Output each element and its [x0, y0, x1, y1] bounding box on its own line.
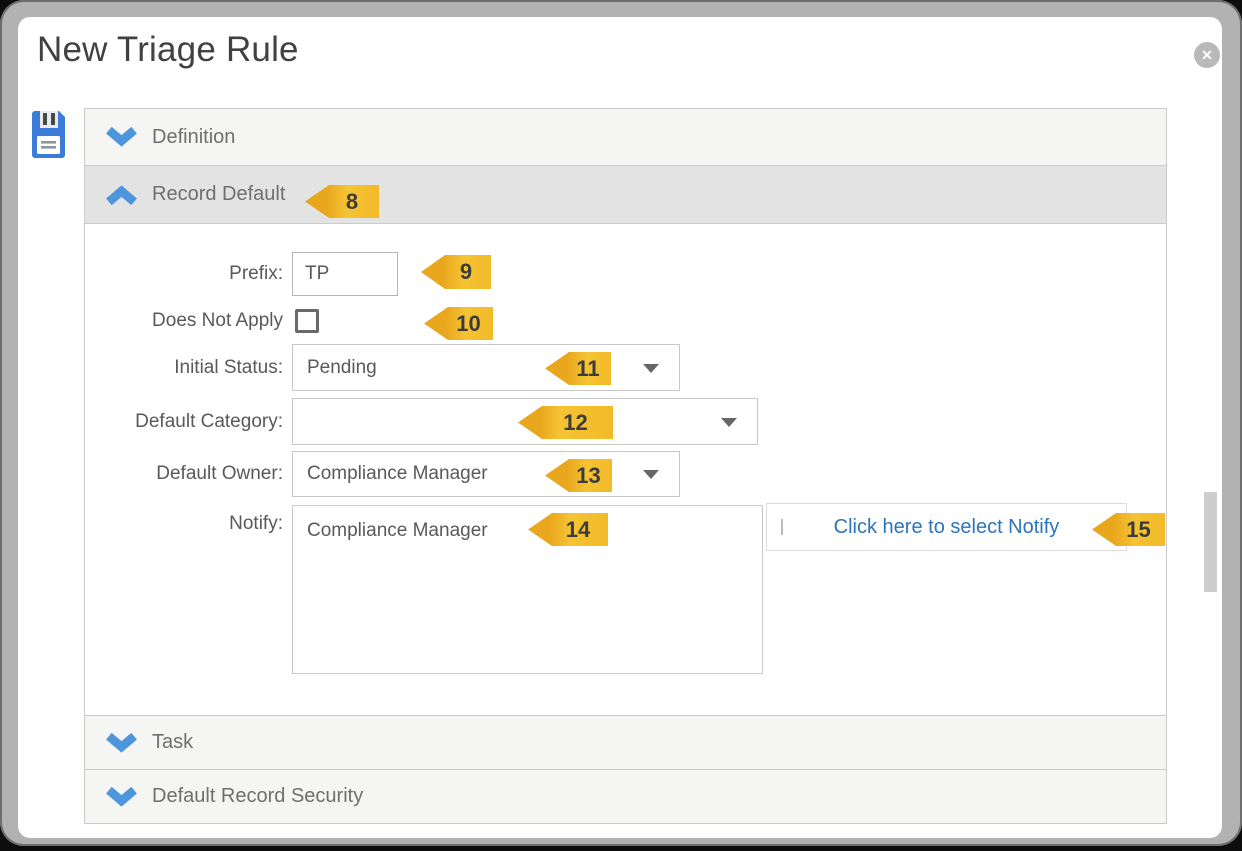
- does-not-apply-checkbox[interactable]: [295, 309, 319, 333]
- screenshot-canvas: New Triage Rule ✕: [0, 0, 1242, 851]
- section-definition[interactable]: Definition: [85, 109, 1166, 166]
- initial-status-select[interactable]: Pending: [292, 344, 680, 391]
- text-cursor: [781, 519, 783, 535]
- notify-listbox[interactable]: Compliance Manager: [292, 505, 763, 674]
- default-owner-select[interactable]: Compliance Manager: [292, 451, 680, 497]
- chevron-down-icon: [105, 787, 138, 807]
- chevron-down-icon: [105, 127, 138, 147]
- select-notify-link[interactable]: Click here to select Notify: [834, 516, 1060, 539]
- initial-status-label: Initial Status:: [58, 344, 283, 391]
- section-label: Default Record Security: [152, 785, 363, 808]
- does-not-apply-label: Does Not Apply: [58, 309, 283, 333]
- prefix-input[interactable]: [292, 252, 398, 296]
- section-label: Task: [152, 731, 193, 754]
- default-owner-label: Default Owner:: [58, 451, 283, 497]
- section-default-record-security[interactable]: Default Record Security: [85, 770, 1166, 823]
- new-triage-rule-dialog: New Triage Rule ✕: [18, 17, 1222, 838]
- initial-status-value: Pending: [307, 357, 377, 379]
- save-button[interactable]: [32, 111, 66, 159]
- default-owner-value: Compliance Manager: [307, 463, 488, 485]
- section-task[interactable]: Task: [85, 716, 1166, 770]
- dialog-title: New Triage Rule: [37, 30, 299, 70]
- window-frame: New Triage Rule ✕: [0, 0, 1242, 846]
- section-record-default[interactable]: Record Default: [85, 166, 1166, 224]
- dropdown-caret-icon: [721, 418, 737, 427]
- section-label: Definition: [152, 126, 235, 149]
- default-category-label: Default Category:: [58, 398, 283, 445]
- notify-label: Notify:: [58, 505, 283, 543]
- scrollbar-fragment[interactable]: [1204, 492, 1217, 592]
- prefix-label: Prefix:: [58, 252, 283, 296]
- save-icon: [32, 145, 65, 162]
- dropdown-caret-icon: [643, 470, 659, 479]
- notify-list-item[interactable]: Compliance Manager: [293, 516, 762, 546]
- dropdown-caret-icon: [643, 364, 659, 373]
- close-icon: ✕: [1201, 47, 1213, 64]
- section-label: Record Default: [152, 183, 285, 206]
- notify-select-box[interactable]: Click here to select Notify: [766, 503, 1127, 551]
- close-button[interactable]: ✕: [1194, 42, 1220, 68]
- chevron-down-icon: [105, 733, 138, 753]
- chevron-up-icon: [105, 185, 138, 205]
